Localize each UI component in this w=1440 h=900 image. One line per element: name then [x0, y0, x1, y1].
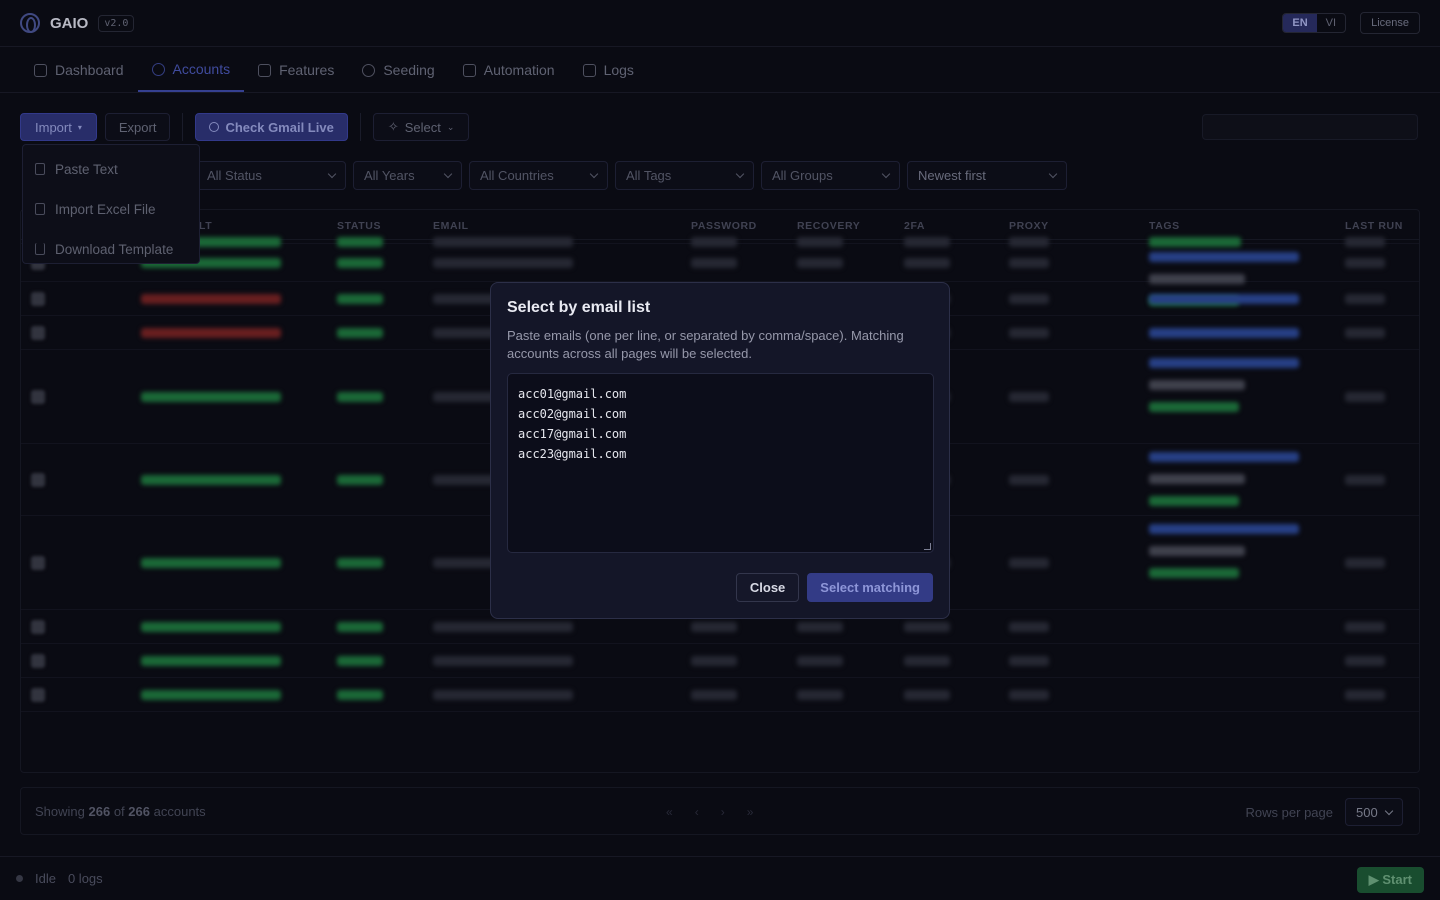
resize-handle-icon[interactable]: [924, 543, 931, 550]
close-button[interactable]: Close: [735, 573, 800, 602]
dialog-actions: Close Select matching: [735, 573, 933, 602]
email-list-textarea[interactable]: acc01@gmail.com acc02@gmail.com acc17@gm…: [507, 373, 934, 553]
dialog-description: Paste emails (one per line, or separated…: [507, 328, 904, 361]
select-by-email-dialog: Select by email list Paste emails (one p…: [490, 282, 950, 619]
select-matching-button[interactable]: Select matching: [807, 573, 933, 602]
dialog-title: Select by email list: [507, 299, 651, 316]
